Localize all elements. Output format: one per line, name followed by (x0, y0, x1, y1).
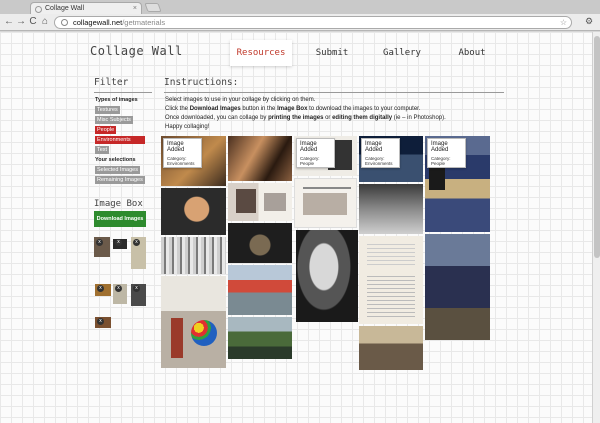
filter-misc-subjects[interactable]: Misc Subjects (95, 116, 133, 124)
image-added-card: Image Added Category: People (296, 138, 335, 168)
filter-heading: Filter (94, 77, 152, 93)
home-icon[interactable]: ⌂ (39, 16, 51, 28)
collage-image[interactable] (296, 230, 358, 322)
nav-about[interactable]: About (446, 40, 498, 66)
tab-title: Collage Wall (45, 5, 85, 12)
nav-submit[interactable]: Submit (306, 40, 358, 66)
instructions-line-2: Click the Download Images button in the … (165, 106, 421, 112)
types-label: Types of images (95, 97, 138, 103)
url-host: collagewall.net (73, 18, 123, 27)
browser-tab-strip: Collage Wall × (0, 0, 600, 15)
remove-x-icon[interactable]: x (97, 318, 104, 325)
image-added-card: Image Added Category: People (427, 138, 466, 168)
back-icon[interactable]: ← (3, 16, 15, 28)
remove-x-icon[interactable]: x (133, 239, 140, 246)
remove-x-icon[interactable]: x (96, 239, 103, 246)
collage-image[interactable] (228, 136, 292, 181)
collage-image[interactable] (161, 276, 226, 368)
collage-image[interactable] (228, 183, 292, 221)
card-title: Image Added (300, 141, 318, 153)
bookmark-star-icon[interactable]: ☆ (560, 17, 567, 28)
reload-icon[interactable]: C (27, 16, 39, 28)
collage-image[interactable] (359, 326, 423, 370)
remove-x-icon[interactable]: x (115, 285, 122, 292)
forward-icon[interactable]: → (15, 16, 27, 28)
image-added-card: Image Added Category: Environments (361, 138, 400, 168)
image-box-heading: Image Box (94, 199, 143, 209)
url-path: /getmaterials (122, 18, 166, 27)
globe-icon (61, 19, 68, 26)
scrollbar-thumb[interactable] (594, 36, 600, 258)
new-tab-button[interactable] (144, 3, 162, 12)
remaining-images-chip[interactable]: Remaining Images (95, 176, 145, 184)
wrench-icon[interactable]: ⚙ (585, 16, 593, 27)
instructions-line-3: Once downloaded, you can collage by prin… (165, 115, 446, 121)
site-title[interactable]: Collage Wall (90, 44, 183, 58)
filter-people[interactable]: People (95, 126, 117, 134)
remove-x-icon[interactable]: x (115, 239, 122, 246)
nav-resources[interactable]: Resources (230, 40, 292, 66)
card-category: Category: People (431, 156, 451, 166)
collage-image[interactable] (359, 184, 423, 234)
instructions-line-4: Happy collaging! (165, 124, 210, 130)
collage-image[interactable] (161, 188, 226, 235)
address-bar[interactable]: collagewall.net/getmaterials ☆ (54, 16, 572, 29)
remove-x-icon[interactable]: x (133, 285, 140, 292)
collage-image[interactable] (228, 265, 292, 315)
download-images-button[interactable]: Download Images (94, 211, 146, 227)
filter-environments[interactable]: Environments (95, 136, 145, 144)
selected-images-chip[interactable]: Selected Images (95, 166, 140, 174)
page-scrollbar[interactable] (592, 32, 600, 423)
card-title: Image Added (365, 141, 383, 153)
collage-image[interactable] (294, 178, 357, 228)
collage-image[interactable] (228, 317, 292, 359)
instructions-line-1: Select images to use in your collage by … (165, 97, 316, 103)
remove-x-icon[interactable]: x (97, 285, 104, 292)
browser-toolbar: ← → C ⌂ collagewall.net/getmaterials ☆ ⚙ (0, 14, 600, 31)
page-viewport: Collage Wall Resources Submit Gallery Ab… (0, 32, 592, 423)
instructions-heading: Instructions: (164, 77, 504, 93)
filter-textures[interactable]: Textures (95, 106, 120, 114)
image-added-card: Image Added Category: Environments (163, 138, 202, 168)
collage-image[interactable] (161, 237, 226, 274)
card-title: Image Added (431, 141, 449, 153)
card-category: Category: People (300, 156, 320, 166)
filter-text[interactable]: Text (95, 146, 110, 154)
card-category: Category: Environments (167, 156, 195, 166)
collage-image[interactable] (228, 223, 292, 263)
collage-image[interactable] (425, 234, 490, 340)
selections-label: Your selections (95, 157, 136, 163)
nav-gallery[interactable]: Gallery (374, 40, 430, 66)
card-category: Category: Environments (365, 156, 393, 166)
favicon-icon (35, 6, 42, 13)
collage-image[interactable] (359, 236, 423, 324)
card-title: Image Added (167, 141, 185, 153)
